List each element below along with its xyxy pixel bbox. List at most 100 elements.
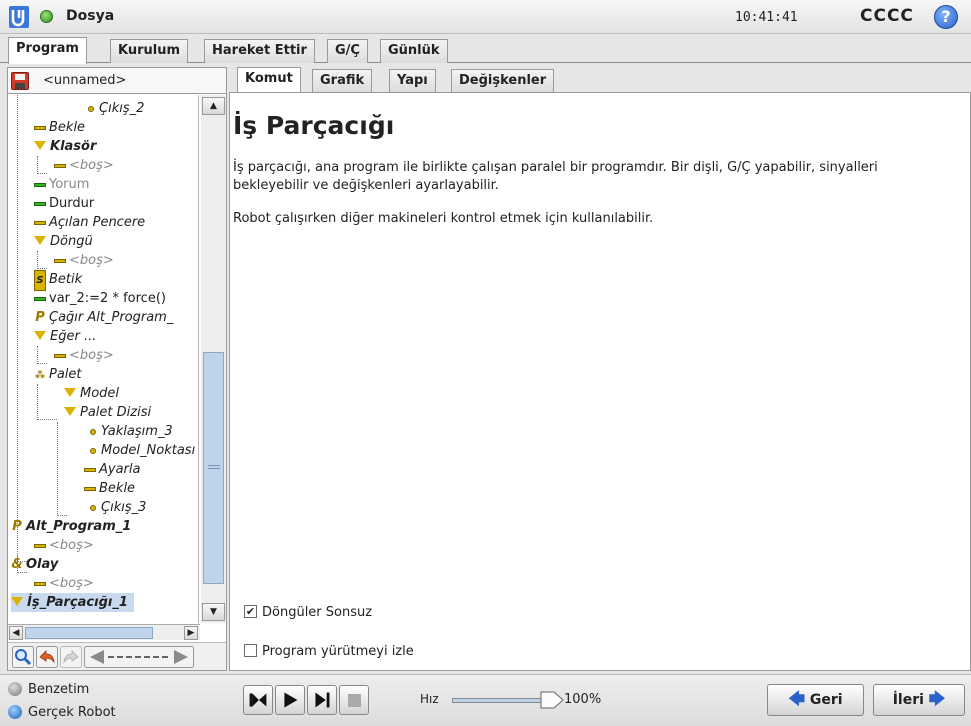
loop-forever-checkbox[interactable]: ✔ Döngüler Sonsuz bbox=[244, 603, 372, 623]
tree-connector bbox=[57, 422, 67, 516]
move-node-arrows-icon[interactable] bbox=[84, 646, 194, 668]
radio-unselected-icon bbox=[8, 681, 22, 696]
command-bar-icon bbox=[34, 220, 46, 225]
tab-program[interactable]: Program bbox=[8, 37, 87, 64]
universal-robots-logo-icon[interactable] bbox=[8, 5, 30, 29]
tree-node-popup[interactable]: Açılan Pencere bbox=[34, 213, 145, 232]
tree-node-empty[interactable]: <boş> bbox=[54, 251, 114, 270]
usage-text: Robot çalışırken diğer makineleri kontro… bbox=[233, 211, 654, 226]
main-tabs: Program Kurulum Hareket Ettir G/Ç Günlük bbox=[0, 37, 971, 64]
file-menu[interactable]: Dosya bbox=[66, 8, 114, 24]
file-row: <unnamed> bbox=[8, 68, 226, 94]
tree-node-assignment[interactable]: var_2:=2 * force() bbox=[34, 289, 166, 308]
command-bar-icon bbox=[54, 353, 66, 358]
step-icon[interactable] bbox=[307, 685, 337, 715]
command-content: İş Parçacığı İş parçacığı, ana program i… bbox=[229, 92, 971, 671]
waypoint-dot-icon bbox=[88, 105, 94, 112]
tree-node-folder[interactable]: Klasör bbox=[34, 137, 96, 156]
tab-graphics[interactable]: Grafik bbox=[312, 69, 373, 92]
tree-node-pattern[interactable]: Model bbox=[64, 384, 119, 403]
tree-node-empty[interactable]: <boş> bbox=[34, 536, 94, 555]
assignment-bar-icon bbox=[34, 296, 46, 301]
tree-node-empty[interactable]: <boş> bbox=[54, 156, 114, 175]
tree-node-wait[interactable]: Bekle bbox=[34, 118, 85, 137]
tree-node-comment[interactable]: Yorum bbox=[34, 175, 89, 194]
script-icon: S bbox=[34, 270, 46, 291]
top-bar: Dosya 10:41:41 CCCC ? bbox=[0, 0, 971, 34]
program-tree[interactable]: Çıkış_2 Bekle Klasör <boş> Yorum Durdur … bbox=[8, 95, 199, 623]
tree-node-pallet[interactable]: ⁂ Palet bbox=[34, 365, 82, 384]
tree-horizontal-scrollbar[interactable]: ◀ ▶ bbox=[8, 624, 200, 640]
tab-structure[interactable]: Yapı bbox=[389, 69, 436, 92]
tab-variables[interactable]: Değişkenler bbox=[451, 69, 555, 92]
if-triangle-icon bbox=[34, 331, 46, 340]
checkbox-unchecked-icon[interactable] bbox=[244, 644, 257, 657]
subprogram-icon: P bbox=[12, 519, 22, 534]
tree-node-empty[interactable]: <boş> bbox=[54, 346, 114, 365]
tree-node-if[interactable]: Eğer ... bbox=[34, 327, 96, 346]
tree-node-waypoint[interactable]: Çıkış_3 bbox=[90, 498, 146, 517]
follow-execution-checkbox[interactable]: Program yürütmeyi izle bbox=[244, 642, 414, 662]
tree-connector bbox=[37, 251, 47, 269]
rewind-icon[interactable] bbox=[243, 685, 273, 715]
scroll-right-icon[interactable]: ▶ bbox=[184, 626, 198, 640]
tree-node-loop[interactable]: Döngü bbox=[34, 232, 93, 251]
tree-node-script[interactable]: S Betik bbox=[34, 270, 82, 291]
simulation-mode-option[interactable]: Benzetim bbox=[8, 680, 89, 700]
tree-node-halt[interactable]: Durdur bbox=[34, 194, 94, 213]
pallet-icon: ⁂ bbox=[34, 370, 46, 381]
stop-square-icon bbox=[348, 694, 361, 707]
command-bar-icon bbox=[54, 258, 66, 263]
tree-connector bbox=[37, 346, 47, 364]
search-icon[interactable] bbox=[12, 646, 34, 668]
tree-node-set[interactable]: Ayarla bbox=[84, 460, 140, 479]
command-bar-icon bbox=[34, 125, 46, 130]
speed-slider[interactable] bbox=[452, 698, 552, 703]
page-title: İş Parçacığı bbox=[233, 111, 395, 140]
scroll-left-icon[interactable]: ◀ bbox=[9, 626, 23, 640]
tree-node-pallet-sequence[interactable]: Palet Dizisi bbox=[64, 403, 151, 422]
help-icon[interactable]: ? bbox=[934, 5, 958, 29]
speed-value: 100% bbox=[564, 692, 602, 707]
command-bar-icon bbox=[84, 467, 96, 472]
halt-bar-icon bbox=[34, 201, 46, 206]
play-icon[interactable] bbox=[275, 685, 305, 715]
tree-node-subprogram[interactable]: P Alt_Program_1 bbox=[11, 517, 131, 536]
tree-node-thread-selected[interactable]: İş_Parçacığı_1 bbox=[11, 593, 134, 612]
back-button[interactable]: 🡄 Geri bbox=[767, 684, 864, 716]
horizontal-scroll-thumb[interactable] bbox=[25, 627, 153, 639]
tree-node-event[interactable]: & Olay bbox=[11, 555, 58, 574]
checkbox-checked-icon[interactable]: ✔ bbox=[244, 605, 257, 618]
scroll-thumb[interactable] bbox=[203, 352, 224, 584]
redo-icon[interactable] bbox=[60, 646, 82, 668]
folder-triangle-icon bbox=[34, 141, 46, 150]
scroll-down-icon[interactable]: ▼ bbox=[202, 603, 225, 621]
tree-vertical-scrollbar[interactable]: ▲ ▼ bbox=[201, 95, 226, 623]
waypoint-dot-icon bbox=[90, 504, 96, 511]
waypoint-dot-icon bbox=[90, 447, 96, 454]
tree-node-call-subprogram[interactable]: P Çağır Alt_Program_ bbox=[34, 308, 173, 327]
comment-bar-icon bbox=[34, 182, 46, 187]
command-bar-icon bbox=[84, 486, 96, 491]
tab-io[interactable]: G/Ç bbox=[327, 39, 368, 63]
tree-node-empty[interactable]: <boş> bbox=[34, 574, 94, 593]
tree-node-waypoint[interactable]: Yaklaşım_3 bbox=[90, 422, 173, 441]
scroll-up-icon[interactable]: ▲ bbox=[202, 97, 225, 115]
pallet-sequence-triangle-icon bbox=[64, 407, 76, 416]
tree-node-wait[interactable]: Bekle bbox=[84, 479, 135, 498]
tree-node-waypoint[interactable]: Model_Noktası bbox=[90, 441, 195, 460]
save-icon[interactable] bbox=[11, 72, 29, 90]
next-button[interactable]: İleri 🡆 bbox=[873, 684, 965, 716]
tree-connector bbox=[37, 156, 47, 174]
tab-log[interactable]: Günlük bbox=[380, 39, 448, 63]
event-icon: & bbox=[11, 557, 23, 572]
robot-name: CCCC bbox=[860, 6, 914, 26]
tab-move[interactable]: Hareket Ettir bbox=[204, 39, 315, 63]
real-robot-mode-option[interactable]: Gerçek Robot bbox=[8, 703, 116, 723]
tab-installation[interactable]: Kurulum bbox=[110, 39, 189, 63]
speed-slider-handle-icon[interactable] bbox=[540, 691, 564, 709]
tab-command[interactable]: Komut bbox=[237, 67, 301, 93]
tree-node-waypoint[interactable]: Çıkış_2 bbox=[88, 99, 144, 118]
stop-icon[interactable] bbox=[339, 685, 369, 715]
undo-icon[interactable] bbox=[36, 646, 58, 668]
